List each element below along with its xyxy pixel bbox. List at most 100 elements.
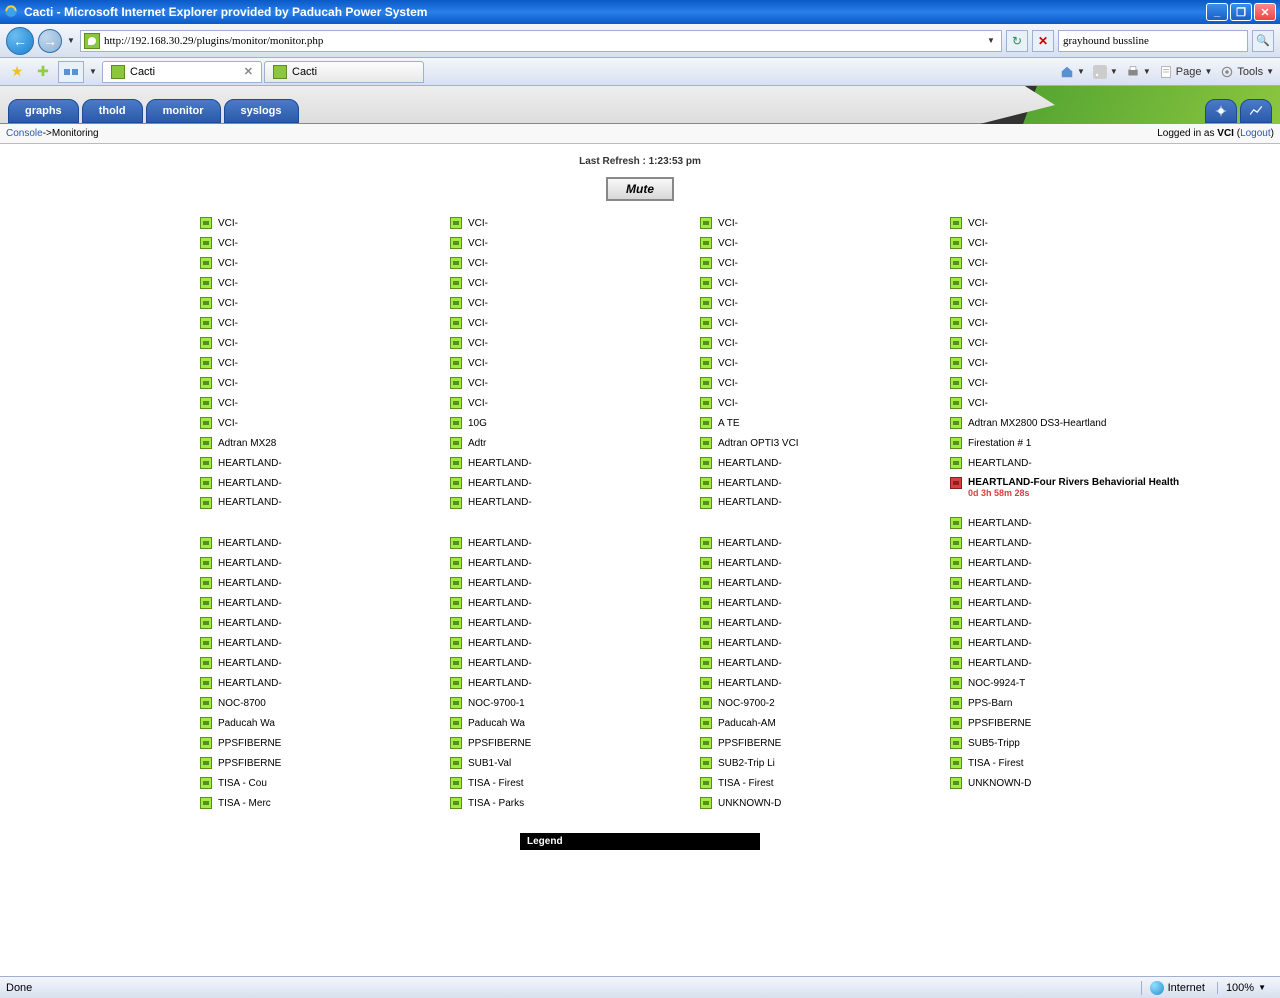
host-item[interactable]: VCI-: [890, 253, 1140, 273]
host-item[interactable]: HEARTLAND-: [640, 653, 890, 673]
search-go-button[interactable]: 🔍: [1252, 30, 1274, 52]
url-dropdown-icon[interactable]: ▼: [984, 36, 998, 45]
host-item[interactable]: HEARTLAND-: [890, 613, 1140, 633]
mute-button[interactable]: Mute: [606, 177, 674, 201]
host-item[interactable]: TISA - Cou: [140, 773, 390, 793]
window-maximize-button[interactable]: ❐: [1230, 3, 1252, 21]
host-item[interactable]: PPSFIBERNE: [640, 733, 890, 753]
host-item[interactable]: VCI-: [390, 353, 640, 373]
host-item[interactable]: VCI-: [640, 233, 890, 253]
host-item[interactable]: VCI-: [640, 213, 890, 233]
cacti-tab-graphs[interactable]: graphs: [8, 99, 79, 123]
host-item[interactable]: VCI-: [890, 213, 1140, 233]
cacti-tab-syslogs[interactable]: syslogs: [224, 99, 299, 123]
host-item[interactable]: HEARTLAND-: [390, 493, 640, 533]
host-item[interactable]: HEARTLAND-: [640, 473, 890, 493]
host-item[interactable]: VCI-: [640, 373, 890, 393]
window-minimize-button[interactable]: _: [1206, 3, 1228, 21]
host-item[interactable]: Adtran MX28: [140, 433, 390, 453]
host-item[interactable]: HEARTLAND-: [390, 613, 640, 633]
host-item[interactable]: HEARTLAND-: [390, 453, 640, 473]
host-item[interactable]: UNKNOWN-D: [890, 773, 1140, 793]
host-item[interactable]: HEARTLAND-: [890, 593, 1140, 613]
host-item[interactable]: PPSFIBERNE: [140, 753, 390, 773]
cacti-tab-monitor[interactable]: monitor: [146, 99, 221, 123]
host-item[interactable]: VCI-: [390, 333, 640, 353]
print-button[interactable]: ▼: [1126, 65, 1151, 79]
host-item[interactable]: VCI-: [890, 393, 1140, 413]
quick-tabs-button[interactable]: [58, 61, 84, 83]
host-item[interactable]: VCI-: [390, 273, 640, 293]
host-item[interactable]: HEARTLAND-Four Rivers Behaviorial Health…: [890, 473, 1140, 513]
host-item[interactable]: HEARTLAND-: [640, 493, 890, 533]
host-item[interactable]: HEARTLAND-: [140, 493, 390, 533]
host-item[interactable]: HEARTLAND-: [890, 513, 1140, 533]
host-item[interactable]: VCI-: [140, 393, 390, 413]
host-item[interactable]: 10G: [390, 413, 640, 433]
host-item[interactable]: HEARTLAND-: [890, 653, 1140, 673]
host-item[interactable]: VCI-: [140, 333, 390, 353]
host-item[interactable]: VCI-: [140, 413, 390, 433]
host-item[interactable]: Adtr: [390, 433, 640, 453]
host-item[interactable]: VCI-: [640, 273, 890, 293]
host-item[interactable]: NOC-9700-1: [390, 693, 640, 713]
cacti-graph-tab[interactable]: [1240, 99, 1272, 123]
host-item[interactable]: HEARTLAND-: [140, 653, 390, 673]
search-input[interactable]: [1063, 35, 1243, 47]
host-item[interactable]: UNKNOWN-D: [640, 793, 890, 813]
host-item[interactable]: VCI-: [140, 233, 390, 253]
host-item[interactable]: HEARTLAND-: [890, 453, 1140, 473]
host-item[interactable]: VCI-: [390, 393, 640, 413]
host-item[interactable]: HEARTLAND-: [640, 673, 890, 693]
host-item[interactable]: TISA - Merc: [140, 793, 390, 813]
host-item[interactable]: PPSFIBERNE: [890, 713, 1140, 733]
host-item[interactable]: VCI-: [390, 293, 640, 313]
host-item[interactable]: VCI-: [390, 213, 640, 233]
host-item[interactable]: VCI-: [890, 313, 1140, 333]
tab-close-icon[interactable]: ✕: [244, 65, 253, 78]
host-item[interactable]: VCI-: [390, 253, 640, 273]
host-item[interactable]: VCI-: [640, 333, 890, 353]
host-item[interactable]: HEARTLAND-: [640, 533, 890, 553]
refresh-button[interactable]: ↻: [1006, 30, 1028, 52]
host-item[interactable]: HEARTLAND-: [140, 573, 390, 593]
host-item[interactable]: Paducah Wa: [140, 713, 390, 733]
host-item[interactable]: VCI-: [890, 373, 1140, 393]
host-item[interactable]: VCI-: [390, 313, 640, 333]
host-item[interactable]: HEARTLAND-: [640, 553, 890, 573]
host-item[interactable]: HEARTLAND-: [890, 573, 1140, 593]
host-item[interactable]: Paducah Wa: [390, 713, 640, 733]
browser-tab[interactable]: Cacti: [264, 61, 424, 83]
host-item[interactable]: Adtran OPTI3 VCI: [640, 433, 890, 453]
cacti-tab-thold[interactable]: thold: [82, 99, 143, 123]
host-item[interactable]: SUB5-Tripp: [890, 733, 1140, 753]
host-item[interactable]: VCI-: [890, 333, 1140, 353]
host-item[interactable]: PPSFIBERNE: [390, 733, 640, 753]
host-item[interactable]: VCI-: [640, 253, 890, 273]
host-item[interactable]: PPSFIBERNE: [140, 733, 390, 753]
add-favorite-icon[interactable]: ✚: [32, 61, 54, 83]
host-item[interactable]: HEARTLAND-: [390, 573, 640, 593]
zoom-cell[interactable]: 100% ▼: [1217, 982, 1274, 994]
host-item[interactable]: HEARTLAND-: [890, 533, 1140, 553]
host-item[interactable]: HEARTLAND-: [140, 533, 390, 553]
browser-tab[interactable]: Cacti✕: [102, 61, 262, 83]
address-bar[interactable]: ▼: [80, 30, 1002, 52]
host-item[interactable]: HEARTLAND-: [890, 553, 1140, 573]
host-item[interactable]: PPS-Barn: [890, 693, 1140, 713]
stop-button[interactable]: ✕: [1032, 30, 1054, 52]
host-item[interactable]: HEARTLAND-: [390, 633, 640, 653]
host-item[interactable]: HEARTLAND-: [140, 633, 390, 653]
breadcrumb-console-link[interactable]: Console: [6, 128, 43, 139]
host-item[interactable]: VCI-: [640, 393, 890, 413]
host-item[interactable]: VCI-: [140, 373, 390, 393]
host-item[interactable]: VCI-: [890, 293, 1140, 313]
host-item[interactable]: VCI-: [640, 353, 890, 373]
host-item[interactable]: NOC-9700-2: [640, 693, 890, 713]
host-item[interactable]: VCI-: [640, 313, 890, 333]
host-item[interactable]: HEARTLAND-: [390, 553, 640, 573]
host-item[interactable]: VCI-: [140, 273, 390, 293]
host-item[interactable]: VCI-: [890, 273, 1140, 293]
url-input[interactable]: [104, 35, 984, 47]
logout-link[interactable]: Logout: [1240, 128, 1271, 139]
